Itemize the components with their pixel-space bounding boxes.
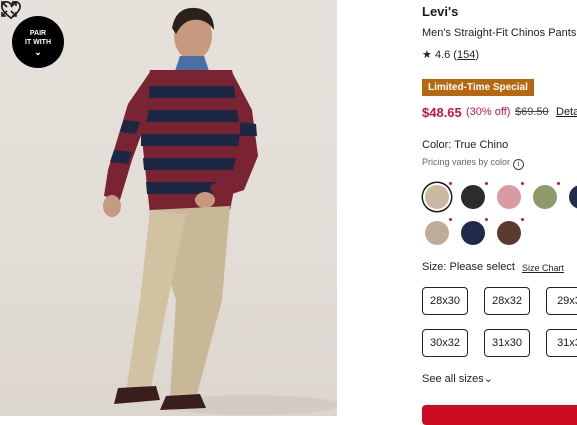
expand-icon[interactable] xyxy=(0,0,18,18)
sale-dot xyxy=(521,182,524,185)
sale-price: $48.65 xyxy=(422,105,462,120)
rating-summary: ★ 4.6 (154) xyxy=(422,49,479,61)
size-option[interactable]: 28x30 xyxy=(422,287,468,315)
product-title: Men's Straight-Fit Chinos Pants xyxy=(422,27,577,39)
sale-dot xyxy=(485,182,488,185)
sale-dot xyxy=(449,218,452,221)
sale-dot xyxy=(449,182,452,185)
size-option[interactable]: 28x32 xyxy=(484,287,530,315)
brand-name[interactable]: Levi's xyxy=(422,4,458,19)
size-label: Size: Please select xyxy=(422,261,515,273)
pricing-note-text: Pricing varies by color xyxy=(422,157,511,167)
color-label: Color: True Chino xyxy=(422,139,509,151)
promo-badge: Limited-Time Special xyxy=(422,79,534,96)
pair-line-1: PAIR xyxy=(29,29,47,37)
pair-it-with-button[interactable]: PAIR IT WITH ⌄ xyxy=(12,16,64,68)
size-option[interactable]: 30x32 xyxy=(422,329,468,357)
discount-percent: (30% off) xyxy=(466,106,511,118)
color-swatch-brown-plaid[interactable] xyxy=(497,221,521,245)
size-chart-link[interactable]: Size Chart xyxy=(522,263,564,273)
color-swatch-navy[interactable] xyxy=(569,185,577,209)
color-swatch-true-chino[interactable] xyxy=(425,185,449,209)
chevron-down-icon: ⌄ xyxy=(483,373,493,385)
info-icon[interactable]: i xyxy=(513,159,525,170)
pair-line-2: IT WITH xyxy=(24,38,52,46)
rating-value: 4.6 xyxy=(434,49,451,61)
color-swatch-olive[interactable] xyxy=(533,185,557,209)
color-swatch-dark-navy[interactable] xyxy=(461,221,485,245)
review-count-link[interactable]: 154 xyxy=(457,49,475,61)
original-price: $69.50 xyxy=(515,106,549,118)
see-all-sizes-label: See all sizes xyxy=(422,373,484,385)
product-image[interactable]: PAIR IT WITH ⌄ xyxy=(0,0,337,416)
size-option[interactable]: 31x3 xyxy=(546,329,577,357)
chevron-down-icon: ⌄ xyxy=(34,46,42,57)
star-icon: ★ xyxy=(422,49,432,61)
sale-dot xyxy=(521,218,524,221)
size-option[interactable]: 29x3 xyxy=(546,287,577,315)
sale-dot xyxy=(485,218,488,221)
color-swatch-black[interactable] xyxy=(461,185,485,209)
color-swatch-taupe[interactable] xyxy=(425,221,449,245)
details-link[interactable]: Deta xyxy=(556,106,577,118)
see-all-sizes-link[interactable]: See all sizes⌄ xyxy=(422,372,493,385)
sale-dot xyxy=(557,182,560,185)
color-swatch-pink[interactable] xyxy=(497,185,521,209)
add-to-bag-button[interactable] xyxy=(422,405,577,425)
size-option[interactable]: 31x30 xyxy=(484,329,530,357)
pricing-note: Pricing varies by color i xyxy=(422,157,525,170)
